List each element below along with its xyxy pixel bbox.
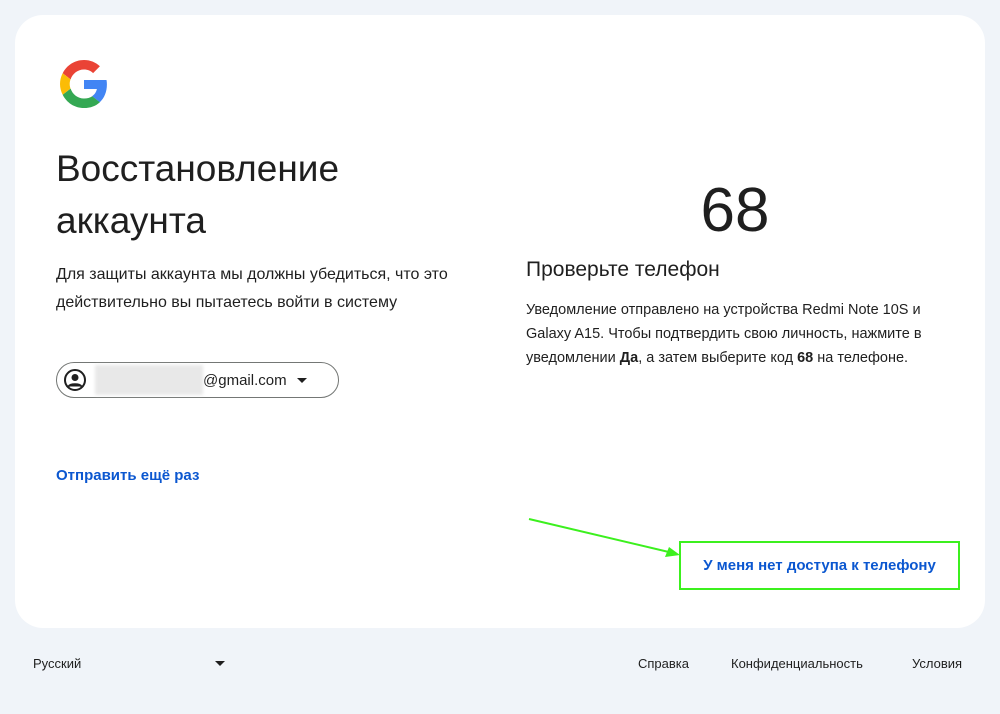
instr-text: , а затем выберите код [638, 350, 798, 366]
email-redacted [95, 365, 203, 395]
language-label: Русский [33, 656, 82, 671]
page-description: Для защиты аккаунта мы должны убедиться,… [56, 266, 448, 311]
instr-yes: Да [619, 350, 639, 366]
instr-code: 68 [797, 350, 814, 366]
chevron-down-icon [215, 661, 225, 666]
chevron-down-icon [296, 377, 307, 383]
verification-instructions: Уведомление отправлено на устройства Red… [526, 298, 946, 370]
privacy-link[interactable]: Конфиденциальность [731, 656, 863, 671]
page-title: Восстановление аккаунта [56, 148, 340, 241]
email-suffix: @gmail.com [203, 371, 287, 389]
language-select[interactable]: Русский [33, 656, 225, 671]
help-link[interactable]: Справка [638, 656, 689, 671]
recovery-card: Восстановление аккаунта Для защиты аккау… [15, 15, 985, 628]
highlight-box: У меня нет доступа к телефону [679, 541, 960, 590]
check-phone-heading: Проверьте телефон [526, 258, 720, 281]
annotation-arrow-icon [528, 518, 680, 557]
verification-code: 68 [700, 176, 770, 245]
account-circle-icon [64, 369, 86, 391]
google-logo-icon [60, 60, 107, 108]
resend-link[interactable]: Отправить ещё раз [56, 467, 199, 484]
account-chip[interactable]: @gmail.com [56, 362, 339, 398]
terms-link[interactable]: Условия [912, 656, 962, 671]
instr-text: на телефоне. [813, 350, 909, 366]
no-phone-access-link[interactable]: У меня нет доступа к телефону [703, 557, 936, 574]
